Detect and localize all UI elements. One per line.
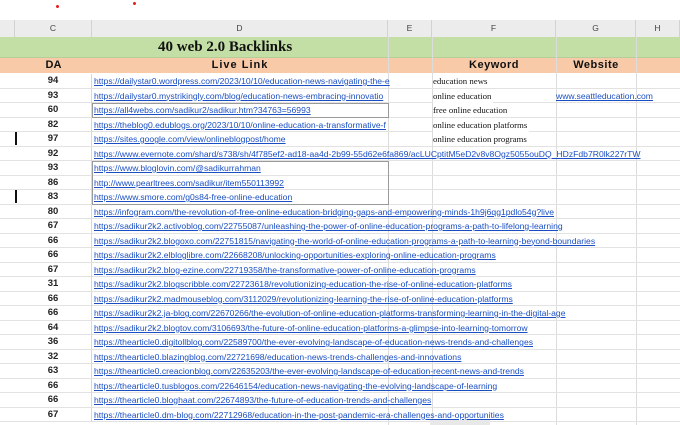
- live-link-cell[interactable]: https://sadikur2k2.ja-blog.com/22670266/…: [94, 306, 680, 320]
- table-row[interactable]: 83 https://www.smore.com/g0s84-free-onlin…: [0, 190, 680, 205]
- horizontal-scrollbar[interactable]: [430, 420, 490, 425]
- live-link-cell[interactable]: http://www.pearltrees.com/sadikur/item55…: [94, 176, 388, 190]
- live-link-cell[interactable]: https://sadikur2k2.activoblog.com/227550…: [94, 219, 680, 233]
- table-row[interactable]: 66 https://sadikur2k2.ja-blog.com/2267026…: [0, 306, 680, 321]
- live-link-cell[interactable]: https://all4webs.com/sadikur2/sadikur.ht…: [94, 103, 432, 117]
- live-link-cell[interactable]: https://sadikur2k2.blogscribble.com/2272…: [94, 277, 680, 291]
- column-header-g[interactable]: G: [556, 20, 636, 37]
- da-cell[interactable]: 67: [15, 219, 92, 233]
- da-cell[interactable]: 32: [15, 349, 92, 364]
- live-link-cell[interactable]: https://sadikur2k2.blogoxo.com/22751815/…: [94, 234, 680, 248]
- table-row[interactable]: 93 https://dailystar0.mystrikingly.com/bl…: [0, 88, 680, 103]
- table-row[interactable]: 64 https://sadikur2k2.blogtov.com/3106693…: [0, 320, 680, 335]
- column-header-e[interactable]: E: [388, 20, 432, 37]
- website-header: Website: [573, 59, 619, 71]
- da-cell[interactable]: 67: [15, 407, 92, 422]
- da-cell[interactable]: 63: [15, 364, 92, 378]
- da-cell[interactable]: 36: [15, 335, 92, 349]
- da-cell[interactable]: 83: [15, 190, 92, 204]
- column-header-f[interactable]: F: [432, 20, 556, 37]
- live-link-header: Live Link: [211, 59, 269, 71]
- da-cell[interactable]: 66: [15, 248, 92, 262]
- table-row[interactable]: 94 https://dailystar0.wordpress.com/2023/…: [0, 74, 680, 89]
- table-row[interactable]: 36 https://thearticle0.digitollblog.com/2…: [0, 335, 680, 350]
- da-cell[interactable]: 66: [15, 291, 92, 306]
- da-cell[interactable]: 80: [15, 204, 92, 219]
- live-link-cell[interactable]: https://thearticle0.dm-blog.com/22712968…: [94, 408, 680, 422]
- live-link-cell[interactable]: https://theblog0.edublogs.org/2023/10/10…: [94, 118, 432, 132]
- da-cell[interactable]: 31: [15, 277, 92, 291]
- table-row[interactable]: 67 https://sadikur2k2.activoblog.com/2275…: [0, 219, 680, 234]
- table-row[interactable]: 67 https://thearticle0.dm-blog.com/227129…: [0, 407, 680, 422]
- live-link-cell[interactable]: https://sadikur2k2.blog-ezine.com/227193…: [94, 263, 680, 277]
- da-cell[interactable]: 82: [15, 117, 92, 132]
- da-cell[interactable]: 94: [15, 74, 92, 88]
- red-mark: [133, 2, 136, 5]
- live-link-cell[interactable]: https://thearticle0.bloghaat.com/2267489…: [94, 393, 680, 407]
- da-cell[interactable]: 64: [15, 320, 92, 335]
- table-row[interactable]: 66 https://sadikur2k2.madmouseblog.com/31…: [0, 291, 680, 306]
- live-link-cell[interactable]: https://sites.google.com/view/onlineblog…: [94, 132, 432, 146]
- da-header: DA: [45, 59, 62, 71]
- da-cell[interactable]: 66: [15, 393, 92, 407]
- da-cell[interactable]: 93: [15, 88, 92, 103]
- keyword-cell[interactable]: online education programs: [433, 132, 529, 146]
- header-row[interactable]: DA Live Link Keyword Website: [0, 58, 680, 73]
- data-rows: 94 https://dailystar0.wordpress.com/2023/…: [0, 74, 680, 422]
- table-row[interactable]: 31 https://sadikur2k2.blogscribble.com/22…: [0, 277, 680, 292]
- live-link-cell[interactable]: https://dailystar0.wordpress.com/2023/10…: [94, 74, 432, 88]
- table-row[interactable]: 66 https://thearticle0.bloghaat.com/22674…: [0, 393, 680, 408]
- da-cell[interactable]: 93: [15, 161, 92, 175]
- da-cell[interactable]: 66: [15, 233, 92, 248]
- live-link-cell[interactable]: https://dailystar0.mystrikingly.com/blog…: [94, 89, 432, 103]
- table-row[interactable]: 67 https://sadikur2k2.blog-ezine.com/2271…: [0, 262, 680, 277]
- table-row[interactable]: 63 https://thearticle0.creacionblog.com/2…: [0, 364, 680, 379]
- row-header-corner[interactable]: [0, 20, 15, 37]
- table-row[interactable]: 32 https://thearticle0.blazingblog.com/22…: [0, 349, 680, 364]
- table-row[interactable]: 80 https://infogram.com/the-revolution-of…: [0, 204, 680, 219]
- live-link-cell[interactable]: https://thearticle0.tusblogos.com/226461…: [94, 379, 680, 393]
- table-row[interactable]: 82 https://theblog0.edublogs.org/2023/10/…: [0, 117, 680, 132]
- live-link-cell[interactable]: https://infogram.com/the-revolution-of-f…: [94, 205, 680, 219]
- table-row[interactable]: 60 https://all4webs.com/sadikur2/sadikur.…: [0, 103, 680, 118]
- table-row[interactable]: 66 https://sadikur2k2.blogoxo.com/2275181…: [0, 233, 680, 248]
- table-row[interactable]: 93 https://www.bloglovin.com/@sadikurrahm…: [0, 161, 680, 176]
- live-link-cell[interactable]: https://thearticle0.creacionblog.com/226…: [94, 364, 680, 378]
- da-cell[interactable]: 60: [15, 103, 92, 117]
- keyword-cell[interactable]: education news: [433, 74, 490, 88]
- website-cell[interactable]: www.seattleducation.com: [556, 89, 653, 103]
- column-header-d[interactable]: D: [92, 20, 388, 37]
- table-row[interactable]: 66 https://thearticle0.tusblogos.com/2264…: [0, 378, 680, 393]
- da-cell[interactable]: 66: [15, 306, 92, 320]
- live-link-cell[interactable]: https://thearticle0.digitollblog.com/225…: [94, 335, 680, 349]
- keyword-cell[interactable]: online education: [433, 88, 494, 103]
- live-link-cell[interactable]: https://www.bloglovin.com/@sadikurrahman: [94, 161, 388, 175]
- da-cell[interactable]: 97: [15, 132, 92, 146]
- da-cell[interactable]: 86: [15, 175, 92, 190]
- red-mark: [56, 5, 59, 8]
- table-row[interactable]: 66 https://sadikur2k2.elbloglibre.com/226…: [0, 248, 680, 263]
- da-cell[interactable]: 67: [15, 262, 92, 277]
- table-row[interactable]: 92 https://www.evernote.com/shard/s738/sh…: [0, 146, 680, 161]
- keyword-cell[interactable]: free online education: [433, 103, 510, 117]
- live-link-cell[interactable]: https://www.smore.com/g0s84-free-online-…: [94, 190, 388, 204]
- column-header-c[interactable]: C: [15, 20, 92, 37]
- live-link-cell[interactable]: https://thearticle0.blazingblog.com/2272…: [94, 350, 680, 364]
- live-link-cell[interactable]: https://sadikur2k2.elbloglibre.com/22668…: [94, 248, 680, 262]
- live-link-cell[interactable]: https://www.evernote.com/shard/s738/sh/4…: [94, 147, 680, 161]
- sheet-title: 40 web 2.0 Backlinks: [158, 39, 293, 55]
- da-cell[interactable]: 92: [15, 146, 92, 161]
- title-row[interactable]: 40 web 2.0 Backlinks: [0, 37, 680, 58]
- table-row[interactable]: 97 https://sites.google.com/view/onlinebl…: [0, 132, 680, 147]
- da-cell[interactable]: 66: [15, 378, 92, 393]
- keyword-cell[interactable]: online education platforms: [433, 117, 530, 132]
- column-header-h[interactable]: H: [636, 20, 680, 37]
- keyword-header: Keyword: [469, 59, 519, 71]
- top-strip: [0, 0, 680, 20]
- live-link-cell[interactable]: https://sadikur2k2.blogtov.com/3106693/t…: [94, 321, 680, 335]
- live-link-cell[interactable]: https://sadikur2k2.madmouseblog.com/3112…: [94, 292, 680, 306]
- column-header-bar: C D E F G H: [0, 20, 680, 38]
- table-row[interactable]: 86 http://www.pearltrees.com/sadikur/item…: [0, 175, 680, 190]
